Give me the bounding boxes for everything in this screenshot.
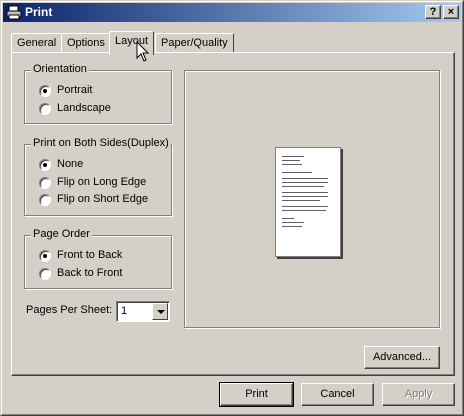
mouse-cursor-icon (136, 41, 150, 62)
preview-line (282, 222, 304, 223)
radio-landscape-indicator (39, 103, 51, 115)
preview-line (282, 210, 326, 211)
tab-paper-quality[interactable]: Paper/Quality (155, 33, 234, 53)
orientation-label: Orientation (31, 63, 89, 75)
radio-front-to-back-label: Front to Back (57, 249, 123, 261)
preview-line (282, 172, 312, 173)
preview-line (282, 206, 328, 207)
radio-portrait-indicator (39, 85, 51, 97)
advanced-button[interactable]: Advanced... (364, 346, 440, 369)
dropdown-arrow-icon[interactable] (152, 303, 168, 320)
radio-flip-long-edge-indicator (39, 177, 51, 189)
preview-line (282, 196, 328, 197)
duplex-label: Print on Both Sides(Duplex) (31, 137, 171, 149)
radio-landscape-label: Landscape (57, 102, 111, 114)
preview-line (282, 182, 328, 183)
page-preview-icon (275, 147, 341, 257)
print-button[interactable]: Print (219, 382, 294, 407)
layout-preview (184, 70, 440, 328)
pages-per-sheet-value: 1 (121, 305, 128, 317)
preview-line (282, 192, 328, 193)
print-dialog: Print ? × General Options Layout Paper/Q… (0, 0, 464, 416)
radio-back-to-front-label: Back to Front (57, 267, 123, 279)
pages-per-sheet-label: Pages Per Sheet: (26, 304, 113, 316)
duplex-group: Print on Both Sides(Duplex) None Flip on… (24, 137, 172, 216)
radio-back-to-front-indicator (39, 268, 51, 280)
title-bar[interactable]: Print ? × (3, 3, 461, 22)
preview-line (282, 200, 320, 201)
preview-line (282, 156, 304, 157)
window-title: Print (25, 5, 53, 19)
layout-panel: Orientation Portrait Landscape Print on … (11, 52, 455, 376)
printer-icon (6, 5, 22, 20)
preview-line (282, 186, 324, 187)
radio-flip-short-edge-label: Flip on Short Edge (57, 193, 149, 205)
preview-line (282, 218, 294, 219)
radio-flip-long-edge-label: Flip on Long Edge (57, 176, 147, 188)
preview-line (282, 178, 328, 179)
preview-line (282, 226, 302, 227)
radio-duplex-none-indicator (39, 159, 51, 171)
tab-general[interactable]: General (11, 33, 63, 53)
radio-portrait-label: Portrait (57, 84, 93, 96)
cancel-button[interactable]: Cancel (301, 383, 374, 406)
tab-options[interactable]: Options (61, 33, 111, 53)
preview-line (282, 160, 300, 161)
close-button[interactable]: × (443, 5, 459, 19)
radio-duplex-none-label: None (57, 158, 84, 170)
apply-button[interactable]: Apply (382, 383, 455, 406)
radio-front-to-back-indicator (39, 250, 51, 262)
orientation-group: Orientation Portrait Landscape (24, 63, 172, 124)
page-order-group: Page Order Front to Back Back to Front (24, 228, 172, 289)
radio-flip-short-edge-indicator (39, 194, 51, 206)
page-order-label: Page Order (31, 228, 92, 240)
preview-line (282, 164, 302, 165)
help-button[interactable]: ? (425, 5, 441, 19)
pages-per-sheet-select[interactable]: 1 (116, 301, 170, 322)
